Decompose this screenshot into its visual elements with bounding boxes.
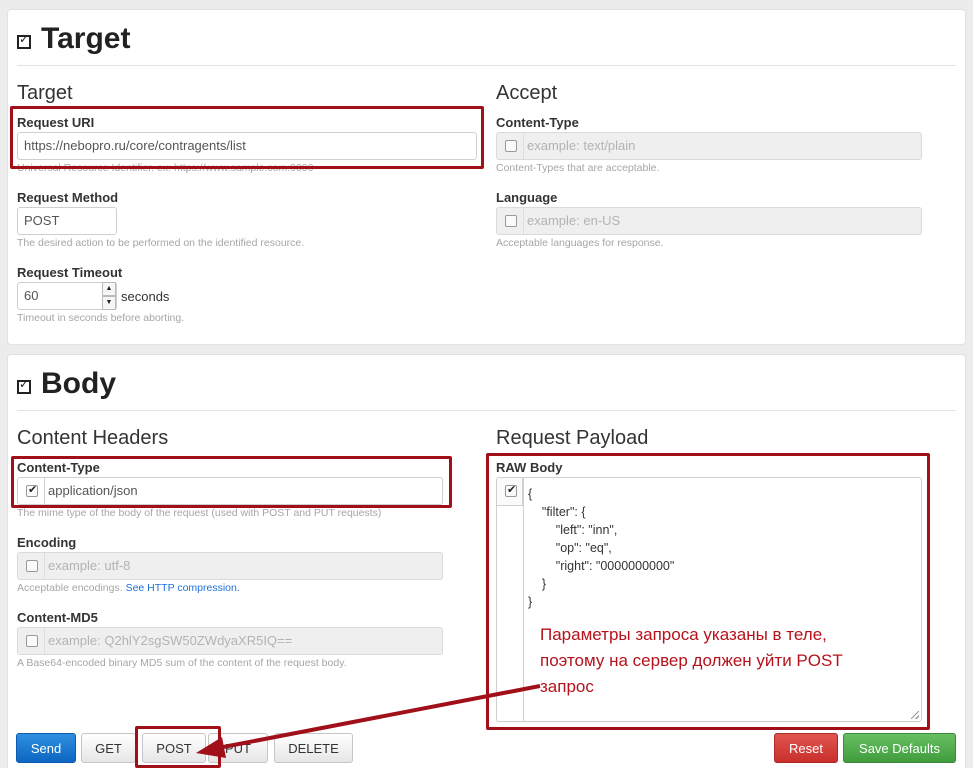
- annotation-arrow-icon: [196, 684, 541, 758]
- arrow-shaft: [217, 684, 541, 750]
- arrow-head-icon: [196, 737, 226, 758]
